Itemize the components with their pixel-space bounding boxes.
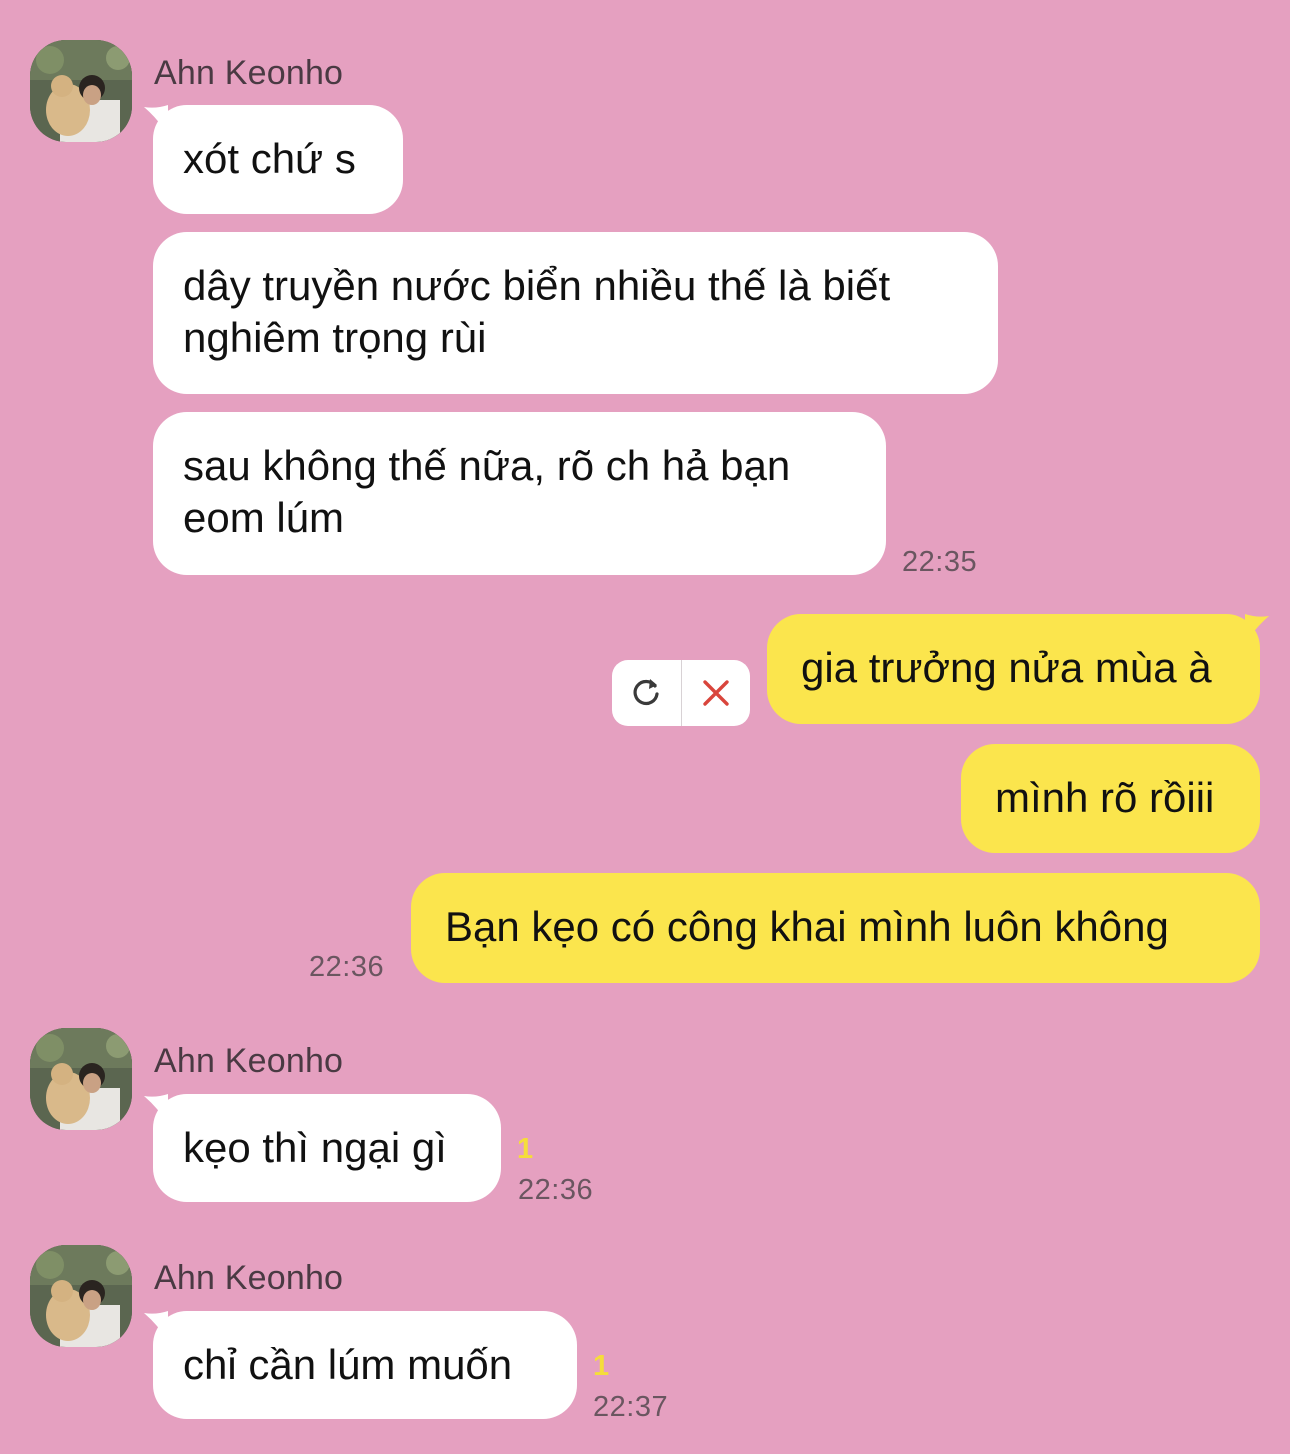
- profile-photo-icon: [30, 1028, 132, 1130]
- contact-avatar[interactable]: [30, 40, 132, 142]
- contact-avatar[interactable]: [30, 1028, 132, 1130]
- incoming-message-bubble[interactable]: xót chứ s: [144, 105, 403, 214]
- delete-message-button[interactable]: [682, 660, 751, 726]
- bubble-tail: [1245, 614, 1269, 644]
- resend-button[interactable]: [612, 660, 681, 726]
- message-timestamp: 22:36: [518, 1174, 594, 1206]
- profile-photo-icon: [30, 40, 132, 142]
- contact-avatar[interactable]: [30, 1245, 132, 1347]
- sender-name: Ahn Keonho: [154, 54, 344, 92]
- message-text: mình rõ rồiii: [995, 774, 1215, 821]
- close-icon: [703, 680, 729, 706]
- incoming-message-bubble[interactable]: sau không thế nữa, rõ ch hả bạn eom lúm: [153, 412, 886, 575]
- message-text: sau không thế nữa, rõ ch hả bạn eom lúm: [183, 442, 791, 541]
- message-text: gia trưởng nửa mùa à: [801, 644, 1212, 691]
- incoming-message-bubble[interactable]: chỉ cần lúm muốn: [144, 1311, 577, 1419]
- bubble-tail: [144, 105, 168, 135]
- unread-count: 1: [517, 1133, 534, 1165]
- outgoing-message-bubble[interactable]: mình rõ rồiii: [961, 744, 1260, 853]
- unread-count: 1: [593, 1350, 610, 1382]
- profile-photo-icon: [30, 1245, 132, 1347]
- message-timestamp: 22:35: [902, 546, 978, 578]
- message-text: Bạn kẹo có công khai mình luôn không: [445, 903, 1169, 950]
- failed-message-controls: [612, 660, 750, 726]
- message-text: xót chứ s: [183, 135, 356, 182]
- refresh-icon: [633, 679, 659, 706]
- chat-message-list[interactable]: Ahn Keonho xót chứ s dây truyền nước biể…: [0, 0, 1290, 1454]
- outgoing-message-bubble[interactable]: Bạn kẹo có công khai mình luôn không: [411, 873, 1260, 983]
- outgoing-message-bubble[interactable]: gia trưởng nửa mùa à: [767, 614, 1269, 724]
- message-text: dây truyền nước biển nhiều thế là biết n…: [183, 262, 891, 361]
- message-timestamp: 22:36: [309, 951, 385, 983]
- message-text: kẹo thì ngại gì: [183, 1124, 447, 1171]
- sender-name: Ahn Keonho: [154, 1259, 344, 1297]
- incoming-message-bubble[interactable]: kẹo thì ngại gì: [144, 1094, 501, 1202]
- incoming-message-bubble[interactable]: dây truyền nước biển nhiều thế là biết n…: [153, 232, 998, 394]
- message-timestamp: 22:37: [593, 1391, 669, 1423]
- message-text: chỉ cần lúm muốn: [183, 1341, 513, 1388]
- bubble-tail: [144, 1311, 168, 1341]
- sender-name: Ahn Keonho: [154, 1042, 344, 1080]
- bubble-tail: [144, 1094, 168, 1124]
